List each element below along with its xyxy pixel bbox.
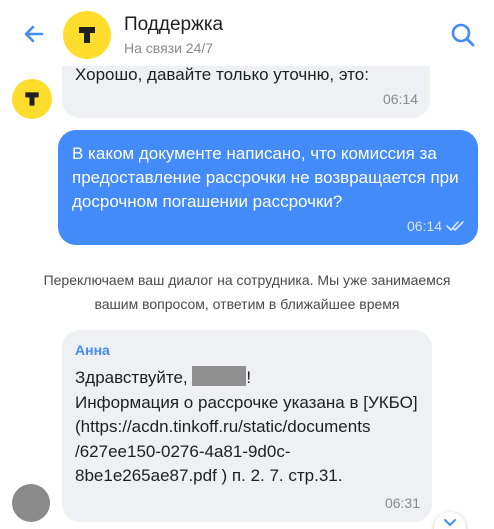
chat-title: Поддержка bbox=[124, 14, 224, 35]
system-message: Переключаем ваш диалог на сотрудника. Мы… bbox=[43, 272, 451, 312]
search-icon bbox=[451, 23, 475, 47]
chat-header: Поддержка На связи 24/7 bbox=[0, 0, 494, 66]
message-time: 06:14 bbox=[406, 218, 442, 234]
back-button[interactable] bbox=[20, 20, 48, 48]
scroll-down-button[interactable] bbox=[434, 512, 466, 529]
message-bubble-outgoing[interactable]: В каком документе написано, что комиссия… bbox=[58, 130, 478, 245]
agent-avatar bbox=[12, 484, 50, 522]
double-check-icon bbox=[446, 221, 464, 231]
bot-avatar bbox=[12, 79, 52, 119]
support-avatar[interactable] bbox=[63, 11, 111, 59]
message-time: 06:31 bbox=[384, 495, 420, 511]
message-meta: 06:14 bbox=[407, 218, 466, 234]
redacted-name bbox=[192, 366, 247, 386]
message-text: В каком документе написано, что комиссия… bbox=[72, 144, 459, 211]
arrow-left-icon bbox=[24, 25, 44, 43]
message-body: Информация о рассрочке указана в [УКБО] … bbox=[75, 392, 418, 486]
greeting-end: ! bbox=[246, 368, 252, 387]
chevron-down-icon bbox=[444, 519, 456, 526]
tinkoff-logo-icon bbox=[79, 27, 95, 43]
message-bubble-incoming[interactable]: Анна Здравствуйте, ! Информация о рассроч… bbox=[62, 330, 432, 522]
sender-name: Анна bbox=[75, 342, 110, 358]
message-time: 06:14 bbox=[382, 91, 418, 107]
message-text: Здравствуйте, ! Информация о рассрочке ук… bbox=[75, 366, 425, 489]
chat-status: На связи 24/7 bbox=[124, 40, 214, 56]
tinkoff-logo-icon bbox=[25, 92, 39, 106]
search-button[interactable] bbox=[450, 22, 476, 48]
greeting-text: Здравствуйте, bbox=[75, 368, 193, 387]
message-text: Хорошо, давайте только уточню, это: bbox=[75, 65, 369, 84]
